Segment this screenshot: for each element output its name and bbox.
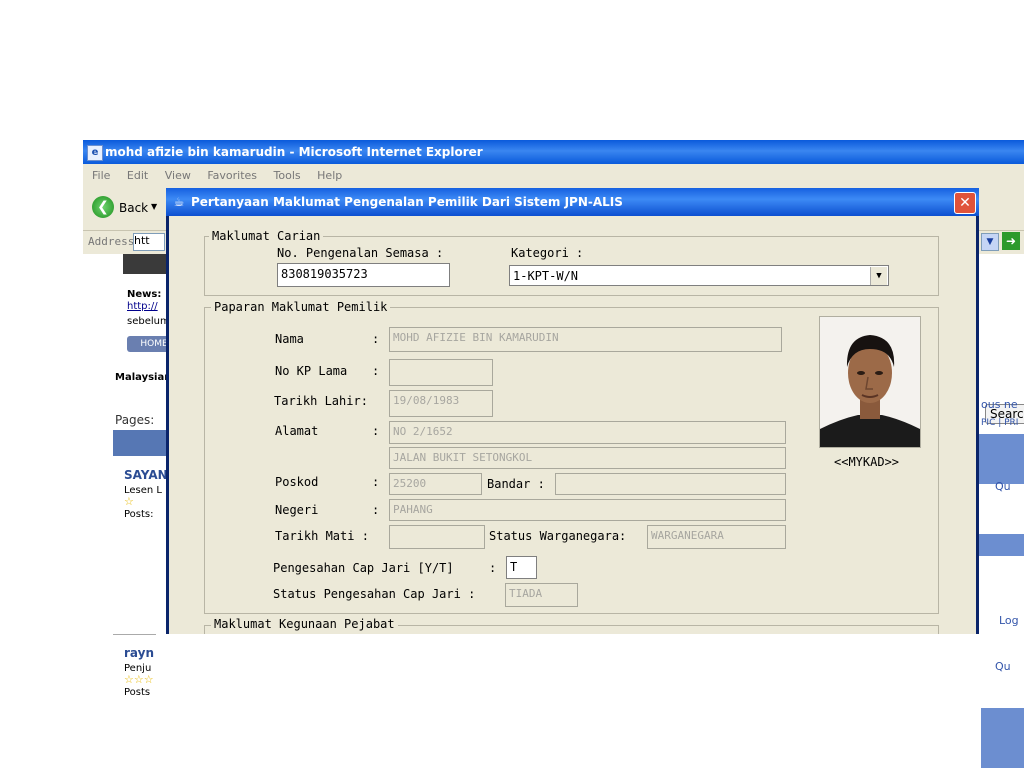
dob-label: Tarikh Lahir: bbox=[274, 394, 368, 408]
browser-title-bar: e mohd afizie bin kamarudin - Microsoft … bbox=[83, 140, 1024, 164]
poster-posts-1: Posts: bbox=[124, 509, 154, 520]
news-label: News: bbox=[127, 289, 162, 300]
address-colon: : bbox=[372, 424, 380, 438]
dialog-body: Maklumat Carian No. Pengenalan Semasa : … bbox=[169, 216, 976, 634]
citizenship-label: Status Warganegara: bbox=[489, 529, 627, 543]
old-ic-label: No KP Lama bbox=[275, 364, 348, 378]
avatar-image bbox=[123, 254, 171, 274]
postcode-field: 25200 bbox=[389, 473, 482, 495]
right-blue-panel-3 bbox=[979, 708, 1024, 768]
ie-page-icon: e bbox=[87, 145, 103, 161]
malaysia-text: Malaysian bbox=[115, 372, 172, 383]
fingerprint-status-field: TIADA bbox=[505, 583, 578, 607]
quote-button-2[interactable]: Qu bbox=[995, 660, 1011, 673]
right-blue-panel bbox=[979, 434, 1024, 484]
photo-caption: <<MYKAD>> bbox=[834, 455, 900, 469]
close-icon[interactable]: ✕ bbox=[954, 192, 976, 214]
old-ic-field bbox=[389, 359, 493, 386]
star-icon: ☆ bbox=[124, 495, 134, 508]
news-text: sebelum bbox=[127, 316, 170, 327]
back-dropdown-icon[interactable]: ▼ bbox=[151, 202, 157, 211]
city-label: Bandar : bbox=[487, 477, 545, 491]
menu-file[interactable]: File bbox=[92, 166, 110, 186]
address-line2-field: JALAN BUKIT SETONGKOL bbox=[389, 447, 786, 469]
jpn-alis-dialog: ☕ Pertanyaan Maklumat Pengenalan Pemilik… bbox=[166, 188, 979, 634]
fingerprint-label: Pengesahan Cap Jari [Y/T] bbox=[273, 561, 454, 575]
menu-view[interactable]: View bbox=[165, 166, 191, 186]
owner-photo bbox=[819, 316, 921, 448]
fingerprint-status-label: Status Pengesahan Cap Jari : bbox=[273, 587, 476, 601]
browser-title: mohd afizie bin kamarudin - Microsoft In… bbox=[105, 145, 483, 159]
menu-favorites[interactable]: Favorites bbox=[207, 166, 257, 186]
category-value: 1-KPT-W/N bbox=[513, 269, 579, 283]
right-blue-bar-2 bbox=[979, 534, 1024, 556]
browser-menu-bar: File Edit View Favorites Tools Help bbox=[83, 166, 1024, 186]
death-date-field bbox=[389, 525, 485, 549]
address-line1-field: NO 2/1652 bbox=[389, 421, 786, 444]
back-button[interactable]: Back bbox=[119, 201, 148, 215]
dialog-title-bar: ☕ Pertanyaan Maklumat Pengenalan Pemilik… bbox=[166, 188, 979, 216]
dob-field: 19/08/1983 bbox=[389, 390, 493, 417]
owner-group-legend: Paparan Maklumat Pemilik bbox=[211, 300, 391, 314]
menu-edit[interactable]: Edit bbox=[127, 166, 148, 186]
category-select[interactable]: 1-KPT-W/N ▼ bbox=[509, 265, 889, 286]
office-group-legend: Maklumat Kegunaan Pejabat bbox=[211, 617, 398, 631]
old-ic-colon: : bbox=[372, 364, 380, 378]
address-input[interactable]: htt bbox=[133, 233, 165, 251]
address-label: Address bbox=[88, 235, 135, 248]
fingerprint-input[interactable]: T bbox=[506, 556, 537, 579]
state-label: Negeri bbox=[275, 503, 319, 517]
name-label: Nama bbox=[275, 332, 304, 346]
right-link-text[interactable]: ous ne bbox=[981, 398, 1018, 411]
login-link[interactable]: Log bbox=[999, 614, 1019, 627]
topic-header-bar bbox=[113, 430, 173, 456]
search-group-legend: Maklumat Carian bbox=[209, 229, 324, 243]
postcode-colon: : bbox=[372, 475, 380, 489]
state-field: PAHANG bbox=[389, 499, 786, 521]
fingerprint-colon: : bbox=[489, 561, 497, 575]
postcode-label: Poskod bbox=[275, 475, 319, 489]
dialog-title: Pertanyaan Maklumat Pengenalan Pemilik D… bbox=[191, 195, 623, 209]
poster-name-1[interactable]: SAYAN bbox=[124, 468, 168, 482]
pages-label: Pages: bbox=[115, 413, 155, 427]
poster-name-2[interactable]: rayn bbox=[124, 646, 154, 660]
city-field bbox=[555, 473, 786, 495]
address-dropdown-icon[interactable]: ▼ bbox=[981, 233, 999, 251]
right-nav-links[interactable]: PIC | PRI bbox=[981, 418, 1018, 428]
java-icon: ☕ bbox=[173, 195, 185, 209]
address-label: Alamat bbox=[275, 424, 319, 438]
name-colon: : bbox=[372, 332, 380, 346]
stars-icon: ☆☆☆ bbox=[124, 673, 154, 686]
back-arrow-icon[interactable]: ❮ bbox=[92, 196, 114, 218]
poster-posts-2: Posts bbox=[124, 687, 151, 698]
ic-label: No. Pengenalan Semasa : bbox=[277, 246, 444, 260]
citizenship-field: WARGANEGARA bbox=[647, 525, 786, 549]
menu-tools[interactable]: Tools bbox=[274, 166, 301, 186]
news-link[interactable]: http:// bbox=[127, 301, 158, 312]
menu-help[interactable]: Help bbox=[317, 166, 342, 186]
chevron-down-icon[interactable]: ▼ bbox=[870, 267, 887, 285]
category-label: Kategori : bbox=[511, 246, 584, 260]
go-arrow-icon[interactable]: ➜ bbox=[1002, 232, 1020, 250]
ic-number-input[interactable]: 830819035723 bbox=[277, 263, 450, 287]
death-date-label: Tarikh Mati : bbox=[275, 529, 369, 543]
quote-button-1[interactable]: Qu bbox=[995, 480, 1011, 493]
blank-overlay bbox=[156, 634, 981, 768]
name-field: MOHD AFIZIE BIN KAMARUDIN bbox=[389, 327, 782, 352]
state-colon: : bbox=[372, 503, 380, 517]
